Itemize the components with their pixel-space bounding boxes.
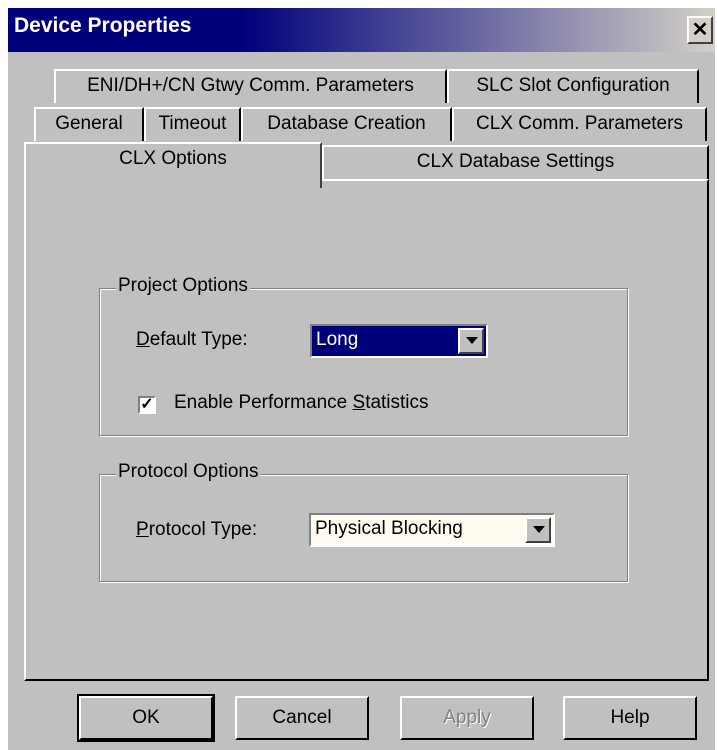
protocol-type-value: Physical Blocking [315,518,463,539]
checkmark-icon: ✓ [140,396,154,413]
protocol-type-select[interactable]: Physical Blocking [309,513,555,547]
protocol-type-label: Protocol Type: [136,519,258,540]
tab-eni-dh-cn-gtwy[interactable]: ENI/DH+/CN Gtwy Comm. Parameters [54,69,447,103]
close-button[interactable]: ✕ [687,16,713,44]
default-type-label: Default Type: [136,329,248,350]
protocol-options-group: Protocol Options Protocol Type: Physical… [99,461,628,582]
tab-clx-comm-parameters[interactable]: CLX Comm. Parameters [452,107,707,141]
protocol-options-legend: Protocol Options [116,461,261,483]
default-type-value: Long [316,329,359,350]
cancel-button[interactable]: Cancel [235,696,369,740]
device-properties-dialog: Device Properties ✕ ENI/DH+/CN Gtwy Comm… [8,8,715,750]
perf-stats-label: Enable Performance Statistics [174,392,429,413]
tab-slc-slot-configuration[interactable]: SLC Slot Configuration [447,69,699,103]
apply-button[interactable]: Apply [400,696,534,740]
project-options-group: Project Options Default Type: Long ✓ Ena… [99,275,628,436]
chevron-down-icon[interactable] [525,517,551,543]
help-button[interactable]: Help [563,696,697,740]
tab-clx-options[interactable]: CLX Options [24,142,322,188]
tab-timeout[interactable]: Timeout [144,107,241,141]
tab-general[interactable]: General [34,107,144,141]
ok-button[interactable]: OK [77,694,215,742]
tab-panel-clx-options: Project Options Default Type: Long ✓ Ena… [24,179,709,681]
title-bar[interactable]: Device Properties ✕ [8,8,715,52]
default-type-select[interactable]: Long [310,324,488,358]
window-title: Device Properties [14,14,192,37]
close-icon: ✕ [691,19,709,41]
perf-stats-checkbox[interactable]: ✓ [138,396,156,414]
project-options-legend: Project Options [116,275,250,297]
tab-database-creation[interactable]: Database Creation [241,107,452,141]
tab-clx-database-settings[interactable]: CLX Database Settings [322,145,709,179]
chevron-down-icon[interactable] [458,328,484,354]
